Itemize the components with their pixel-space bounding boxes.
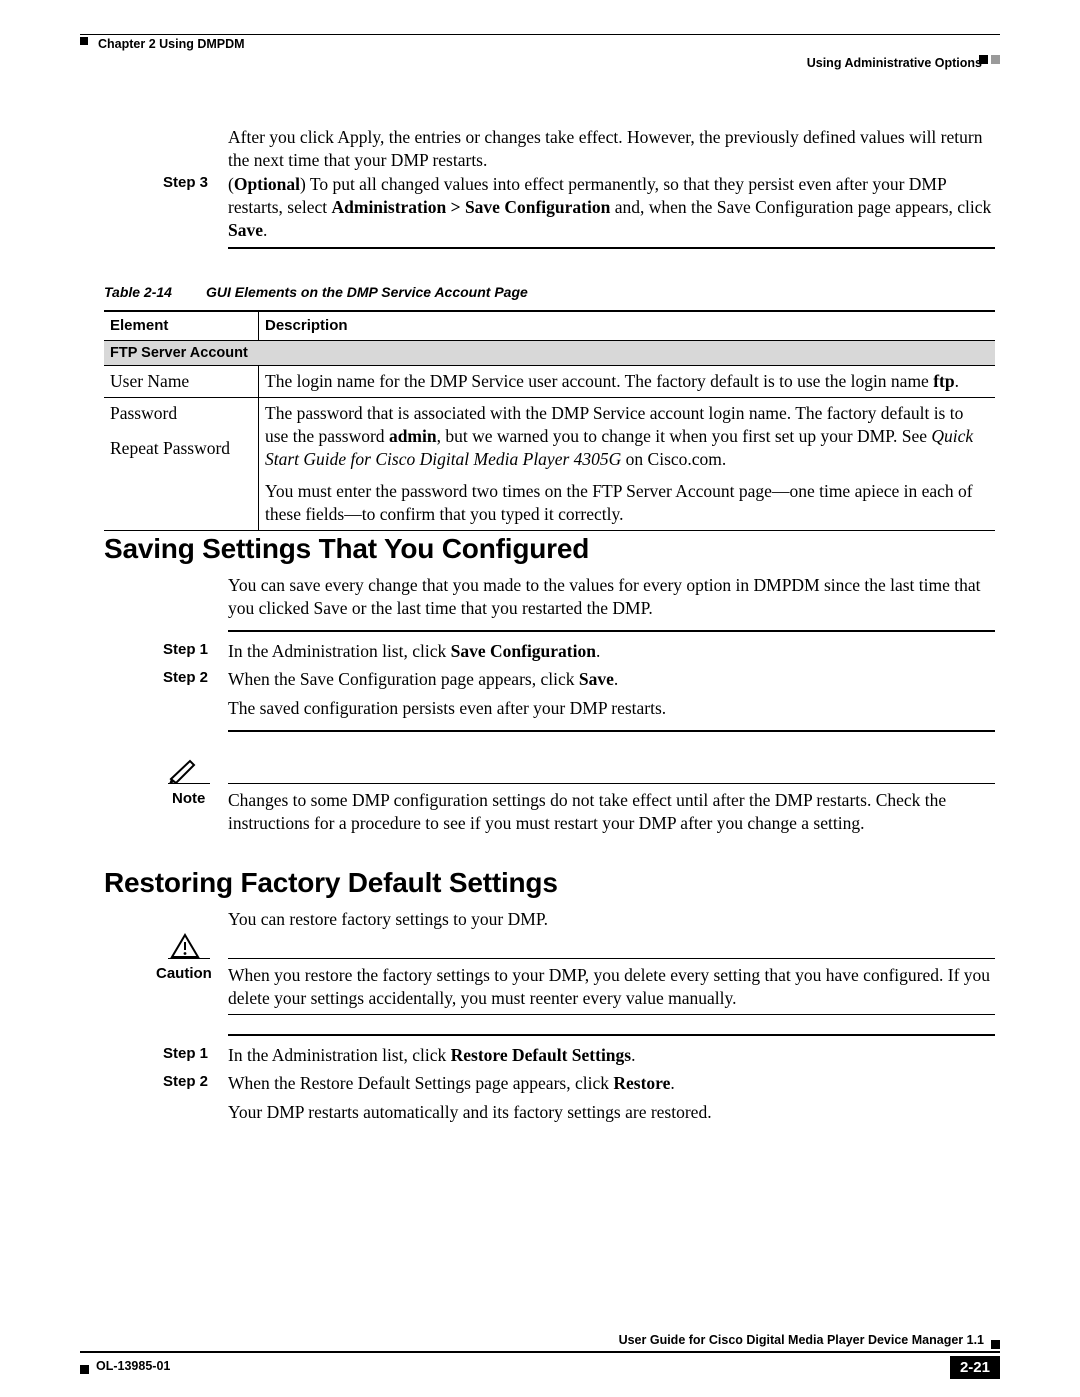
header-squares-right xyxy=(979,55,1000,64)
text: and, when the Save Configuration page ap… xyxy=(610,197,991,217)
square-icon xyxy=(991,55,1000,64)
rule xyxy=(228,630,995,632)
rule xyxy=(228,247,995,249)
table-cell: Repeat Password xyxy=(104,433,259,531)
note-underline xyxy=(168,783,210,784)
paragraph: Your DMP restarts automatically and its … xyxy=(228,1101,995,1124)
step-body: In the Administration list, click Save C… xyxy=(228,640,995,663)
rule xyxy=(228,1014,995,1015)
bold: Restore xyxy=(613,1073,670,1093)
step-body: (Optional) To put all changed values int… xyxy=(228,173,995,241)
text: on Cisco.com. xyxy=(621,449,726,469)
step-body: In the Administration list, click Restor… xyxy=(228,1044,995,1067)
bold: Restore Default Settings xyxy=(451,1045,631,1065)
rule xyxy=(228,958,995,959)
note-label: Note xyxy=(172,789,205,809)
header-section: Using Administrative Options xyxy=(807,55,982,71)
table-section: FTP Server Account xyxy=(104,340,995,366)
table-header: Description xyxy=(259,311,996,340)
text: The login name for the DMP Service user … xyxy=(265,371,933,391)
step-body: When the Restore Default Settings page a… xyxy=(228,1072,995,1095)
note-text: Changes to some DMP configuration settin… xyxy=(228,789,995,835)
rule xyxy=(228,730,995,732)
square-icon xyxy=(979,55,988,64)
bold: Save Configuration xyxy=(451,641,596,661)
spec-table: Element Description FTP Server Account U… xyxy=(104,310,995,531)
bold: Save xyxy=(228,220,263,240)
paragraph: You can restore factory settings to your… xyxy=(228,908,995,931)
step-label: Step 1 xyxy=(163,640,208,660)
header-square-left xyxy=(80,37,88,45)
step-label: Step 2 xyxy=(163,1072,208,1092)
header-rule xyxy=(80,34,1000,35)
square-icon xyxy=(991,1340,1000,1349)
table-header: Element xyxy=(104,311,259,340)
text: . xyxy=(955,371,959,391)
step-body: When the Save Configuration page appears… xyxy=(228,668,995,691)
text: . xyxy=(596,641,600,661)
step-label: Step 2 xyxy=(163,668,208,688)
warning-icon xyxy=(170,933,200,959)
text: When the Restore Default Settings page a… xyxy=(228,1073,613,1093)
text: . xyxy=(263,220,267,240)
step-label: Step 3 xyxy=(163,173,208,193)
bold: Optional xyxy=(234,174,300,194)
bold: Administration > Save Configuration xyxy=(332,197,611,217)
pencil-icon xyxy=(168,757,198,783)
caution-text: When you restore the factory settings to… xyxy=(228,964,995,1010)
caption-title: GUI Elements on the DMP Service Account … xyxy=(206,284,528,300)
caution-underline xyxy=(168,958,210,959)
text: You must enter the password two times on… xyxy=(265,480,989,526)
table-cell: The password that is associated with the… xyxy=(259,398,996,531)
table-cell: Password xyxy=(104,398,259,433)
text: In the Administration list, click xyxy=(228,641,451,661)
rule xyxy=(228,1034,995,1036)
bold: Save xyxy=(579,669,614,689)
bold: admin xyxy=(389,426,437,446)
text: . xyxy=(614,669,618,689)
caption-number: Table 2-14 xyxy=(104,284,206,300)
section-heading: Restoring Factory Default Settings xyxy=(104,865,558,901)
page: Chapter 2 Using DMPDM Using Administrati… xyxy=(0,0,1080,1397)
table-cell: The login name for the DMP Service user … xyxy=(259,366,996,398)
paragraph: The saved configuration persists even af… xyxy=(228,697,995,720)
footer-rule xyxy=(80,1351,1000,1353)
footer-ol: OL-13985-01 xyxy=(96,1358,170,1374)
step-label: Step 1 xyxy=(163,1044,208,1064)
section-heading: Saving Settings That You Configured xyxy=(104,531,589,567)
text: In the Administration list, click xyxy=(228,1045,451,1065)
paragraph: After you click Apply, the entries or ch… xyxy=(228,126,995,172)
text: . xyxy=(670,1073,674,1093)
page-number: 2-21 xyxy=(950,1356,1000,1380)
square-icon xyxy=(80,1365,89,1374)
caution-label: Caution xyxy=(156,964,212,984)
text: . xyxy=(631,1045,635,1065)
footer-guide: User Guide for Cisco Digital Media Playe… xyxy=(619,1332,984,1348)
bold: ftp xyxy=(933,371,954,391)
rule xyxy=(228,783,995,784)
header-chapter: Chapter 2 Using DMPDM xyxy=(98,36,245,52)
text: , but we warned you to change it when yo… xyxy=(437,426,932,446)
paragraph: You can save every change that you made … xyxy=(228,574,995,620)
table-cell: User Name xyxy=(104,366,259,398)
text: When the Save Configuration page appears… xyxy=(228,669,579,689)
table-caption: Table 2-14GUI Elements on the DMP Servic… xyxy=(104,283,528,301)
